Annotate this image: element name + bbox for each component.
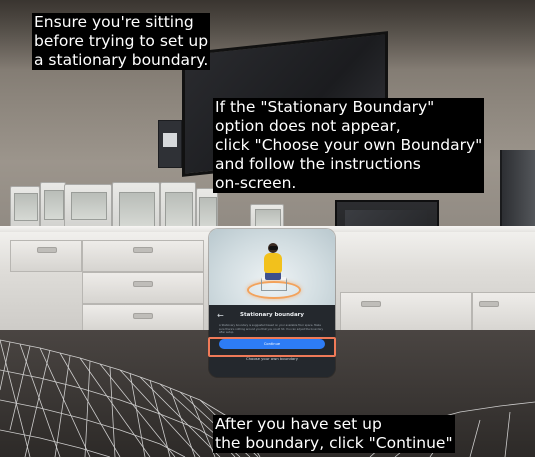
- dialog-hero-illustration: [209, 229, 335, 305]
- caption-line: Ensure you're sitting: [34, 13, 194, 31]
- instruction-caption-right: If the "Stationary Boundary" option does…: [213, 98, 485, 193]
- caption-line: on-screen.: [215, 174, 297, 192]
- caption-line: After you have set up: [215, 415, 382, 433]
- avatar-legs: [265, 272, 281, 280]
- avatar-headset: [269, 246, 278, 250]
- dialog-title: Stationary boundary: [240, 312, 304, 318]
- printer-window: [199, 196, 217, 230]
- seated-avatar: [261, 243, 287, 291]
- caption-line: click "Choose your own Boundary": [215, 136, 483, 154]
- printer-window: [14, 193, 38, 221]
- dialog-description: A Stationary boundary is suggested based…: [219, 324, 324, 335]
- caption-line: and follow the instructions: [215, 155, 421, 173]
- caption-line: the boundary, click "Continue": [215, 434, 453, 452]
- cabinet-drawer: [82, 240, 204, 272]
- printer-window: [165, 191, 193, 228]
- continue-highlight-box: [208, 337, 336, 357]
- avatar-body: [264, 253, 282, 273]
- drawer-handle: [133, 281, 153, 287]
- caption-line: If the "Stationary Boundary": [215, 98, 435, 116]
- caption-line: before trying to set up: [34, 32, 209, 50]
- printer-window: [70, 191, 108, 221]
- printer-window: [118, 191, 156, 228]
- instruction-caption-top: Ensure you're sitting before trying to s…: [32, 13, 211, 70]
- drawer-handle: [133, 247, 153, 253]
- instruction-caption-bottom: After you have set up the boundary, clic…: [213, 415, 455, 453]
- caption-line: a stationary boundary.: [34, 51, 209, 69]
- drawer-handle: [37, 247, 57, 253]
- cabinet-drawer: [10, 240, 82, 272]
- wall-sign: [158, 120, 182, 168]
- sign-graphic: [163, 133, 177, 147]
- caption-line: option does not appear,: [215, 117, 401, 135]
- printer-window: [43, 190, 65, 220]
